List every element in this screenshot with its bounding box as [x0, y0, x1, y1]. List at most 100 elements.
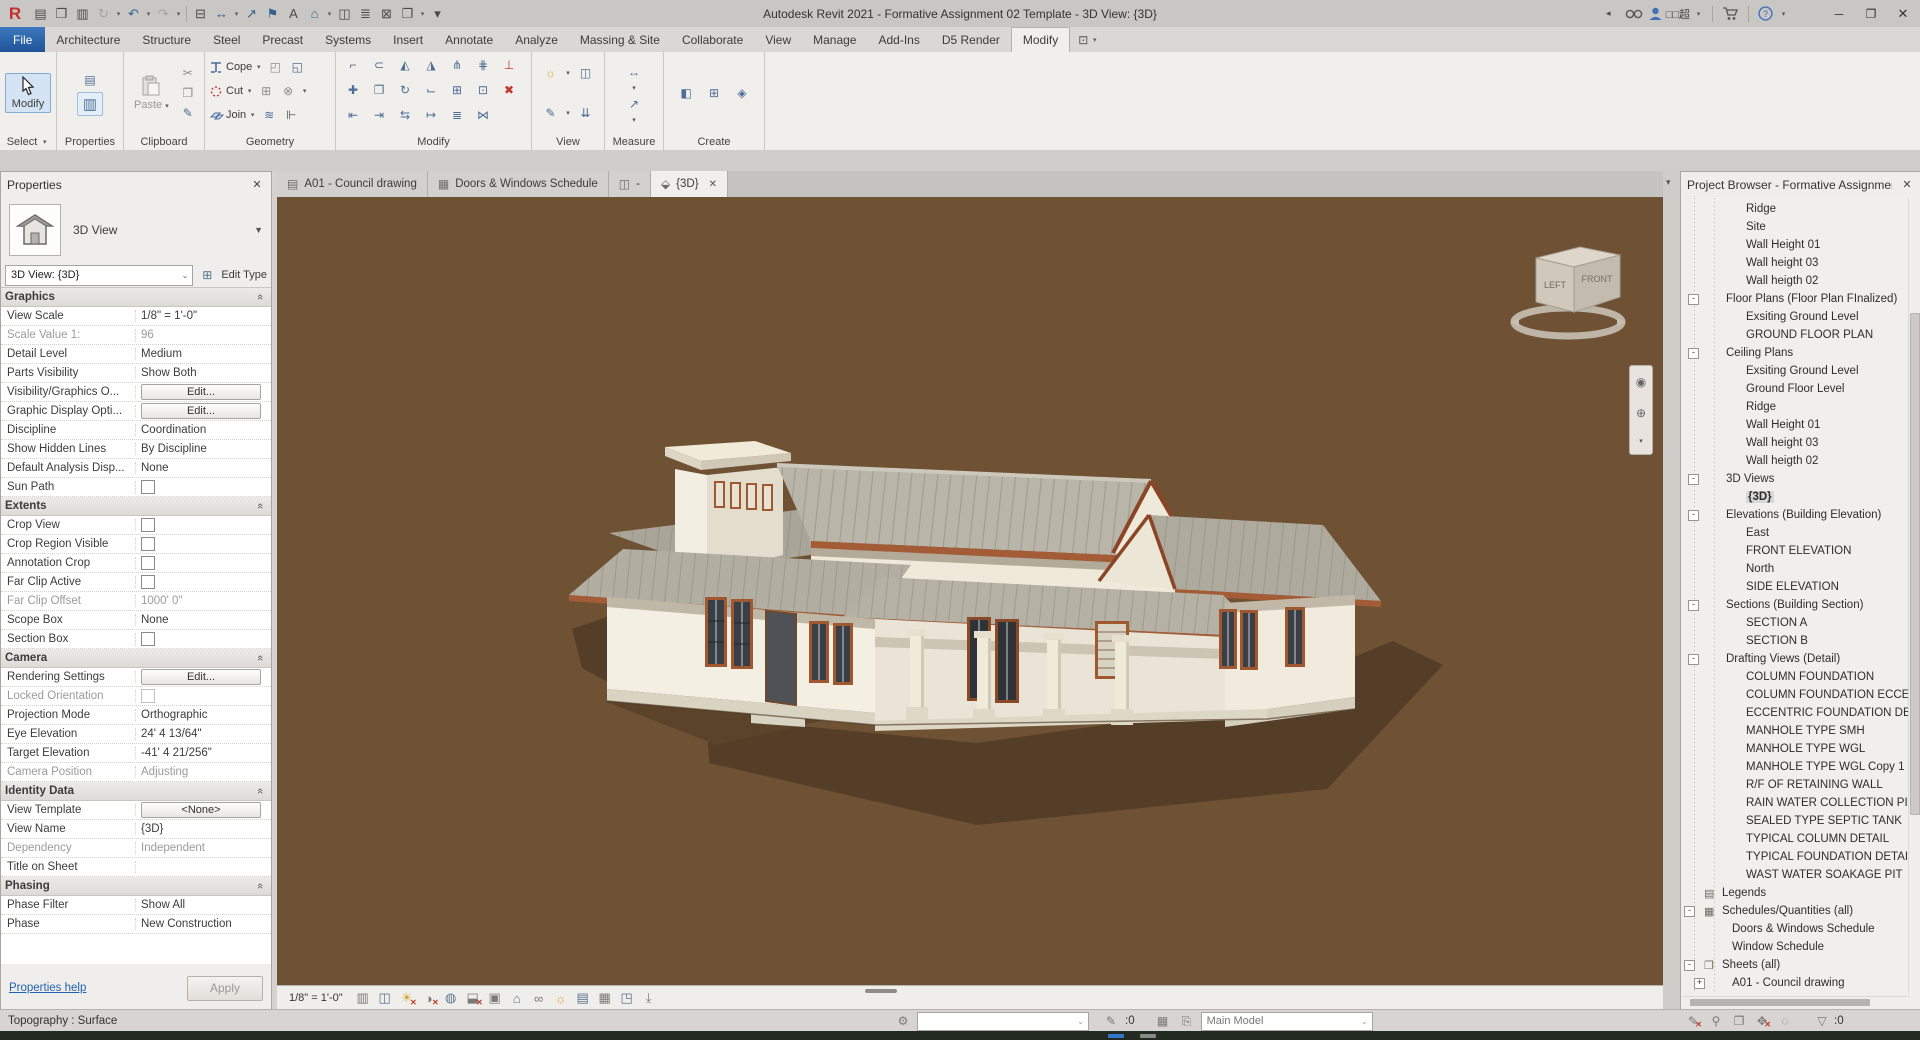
panel-measure-label[interactable]: Measure	[605, 134, 663, 150]
property-value[interactable]: 1000' 0"	[136, 595, 271, 607]
browser-item-exsiting-ground-level[interactable]: Exsiting Ground Level	[1682, 308, 1920, 326]
section-header-extents[interactable]: Extents«	[1, 497, 271, 516]
split-with-gap-icon[interactable]: ⋕	[473, 56, 493, 74]
browser-item-wall-height-03[interactable]: Wall height 03	[1682, 434, 1920, 452]
property-edit-button[interactable]: Edit...	[141, 384, 261, 400]
tab-file[interactable]: File	[0, 27, 45, 52]
browser-item-typical-foundation-detai[interactable]: TYPICAL FOUNDATION DETAI	[1682, 848, 1920, 866]
browser-item-floor-plans-floor-plan-finalized-[interactable]: -Floor Plans (Floor Plan FInalized)	[1682, 290, 1920, 308]
text-icon[interactable]: A	[283, 3, 304, 24]
default-3d-view-icon-caret[interactable]: ▾	[325, 10, 334, 18]
sun-path-icon[interactable]: ☀✕	[397, 989, 417, 1007]
panel-modify-label[interactable]: Modify	[336, 134, 531, 150]
property-value[interactable]: Adjusting	[136, 766, 271, 778]
legend-component-icon[interactable]: ◧	[676, 84, 696, 102]
linework-icon[interactable]: ✎	[541, 104, 561, 122]
project-browser-close-icon[interactable]: ✕	[1899, 178, 1915, 191]
switch-windows-icon[interactable]: ❐	[397, 3, 418, 24]
lightbulb-icon-caret[interactable]: ▾	[564, 69, 573, 77]
browser-item-drafting-views-detail-[interactable]: -Drafting Views (Detail)	[1682, 650, 1920, 668]
crop-view-icon[interactable]: ⬓✕	[463, 989, 483, 1007]
background-processes-icon[interactable]: ◌	[1775, 1014, 1795, 1028]
sync-icon[interactable]: ↻	[93, 3, 114, 24]
property-value[interactable]	[136, 537, 271, 551]
show-crop-icon[interactable]: ▣	[485, 989, 505, 1007]
mirror-pick-axis-icon[interactable]: ◭	[395, 56, 415, 74]
property-value[interactable]: Show All	[136, 899, 271, 911]
panel-properties-label[interactable]: Properties	[57, 134, 123, 150]
edit-type-icon[interactable]: ⊞	[197, 266, 217, 284]
section-icon[interactable]: ◫	[334, 3, 355, 24]
browser-item-ceiling-plans[interactable]: -Ceiling Plans	[1682, 344, 1920, 362]
customize-qat-icon[interactable]: ▾	[427, 3, 448, 24]
lock-3d-view-icon[interactable]: ⌂	[507, 989, 527, 1007]
browser-item-wall-heigth-02[interactable]: Wall heigth 02	[1682, 272, 1920, 290]
view-tab-close-icon[interactable]: ✕	[709, 179, 717, 190]
reveal-hidden-icon[interactable]: ☼	[551, 989, 571, 1007]
aligned-dimension-icon[interactable]: ↗	[624, 95, 644, 113]
select-links-icon[interactable]: ❐	[1729, 1014, 1749, 1028]
linework-icon-caret[interactable]: ▾	[564, 109, 573, 117]
browser-item-a01-council-drawing[interactable]: +A01 - Council drawing	[1682, 974, 1920, 992]
worksets-icon[interactable]: ⚙	[893, 1014, 913, 1028]
canvas-scroll-dash[interactable]	[865, 989, 897, 993]
property-value[interactable]: Show Both	[136, 367, 271, 379]
tab-structure[interactable]: Structure	[131, 27, 202, 52]
show-scale-icon[interactable]: ▥	[353, 989, 373, 1007]
property-value[interactable]: None	[136, 614, 271, 626]
property-value[interactable]: 24' 4 13/64"	[136, 728, 271, 740]
browser-item-ground-floor-level[interactable]: Ground Floor Level	[1682, 380, 1920, 398]
view-tab--3d-[interactable]: ⬙{3D}✕	[651, 171, 728, 197]
wall-join-icon[interactable]: ◱	[287, 58, 307, 76]
shadows-icon[interactable]: ◑✕	[419, 989, 439, 1007]
tab-massing-site[interactable]: Massing & Site	[569, 27, 671, 52]
panel-select-label[interactable]: Select▾	[0, 134, 56, 150]
zoom-icon[interactable]: ⊕	[1636, 406, 1646, 420]
press-drag-icon[interactable]: ⚲	[1706, 1014, 1726, 1028]
undo-icon-caret[interactable]: ▾	[144, 10, 153, 18]
visual-style-icon[interactable]: ◫	[375, 989, 395, 1007]
browser-item-section-a[interactable]: SECTION A	[1682, 614, 1920, 632]
browser-item-column-foundation-eccen[interactable]: COLUMN FOUNDATION ECCEN	[1682, 686, 1920, 704]
lightbulb-icon[interactable]: ☼	[541, 64, 561, 82]
trim-single-icon[interactable]: ⇤	[343, 106, 363, 124]
thin-lines-icon[interactable]: ≣	[355, 3, 376, 24]
dimension-icon[interactable]: ↗	[241, 3, 262, 24]
browser-item-schedules-quantities-all-[interactable]: -▦Schedules/Quantities (all)	[1682, 902, 1920, 920]
property-value[interactable]: New Construction	[136, 918, 271, 930]
navigation-bar[interactable]: ◉ ⊕ ▾	[1629, 365, 1653, 455]
selection-filter-icon[interactable]: ▽	[1812, 1014, 1832, 1028]
property-value[interactable]: None	[136, 462, 271, 474]
browser-item-wall-height-03[interactable]: Wall height 03	[1682, 254, 1920, 272]
split-element-icon[interactable]: ⋔	[447, 56, 467, 74]
tab-steel[interactable]: Steel	[202, 27, 251, 52]
create-similar-icon[interactable]: ◈	[732, 84, 752, 102]
close-hidden-icon[interactable]: ⊠	[376, 3, 397, 24]
property-value[interactable]	[136, 575, 271, 589]
trim-multiple-icon[interactable]: ⇥	[369, 106, 389, 124]
collapse-toggle-icon[interactable]: -	[1688, 600, 1699, 611]
steering-wheel-icon[interactable]: ◉	[1636, 375, 1646, 389]
help-caret-icon[interactable]: ▾	[1779, 10, 1788, 18]
browser-item-north[interactable]: North	[1682, 560, 1920, 578]
tab-manage[interactable]: Manage	[802, 27, 867, 52]
demolish-icon[interactable]: ⊩	[281, 106, 301, 124]
browser-vscrollbar[interactable]	[1908, 198, 1920, 994]
mirror-draw-axis-icon[interactable]: ◮	[421, 56, 441, 74]
property-value[interactable]: Orthographic	[136, 709, 271, 721]
redo-icon[interactable]: ↷	[153, 3, 174, 24]
family-types-icon[interactable]: ▤	[80, 71, 100, 89]
collapse-toggle-icon[interactable]: -	[1684, 960, 1695, 971]
match-icon[interactable]: ≣	[447, 106, 467, 124]
save-icon[interactable]: ▥	[72, 3, 93, 24]
editable-only-icon[interactable]: ✎✕	[1683, 1014, 1703, 1028]
browser-item-wall-heigth-02[interactable]: Wall heigth 02	[1682, 452, 1920, 470]
tab-add-ins[interactable]: Add-Ins	[867, 27, 930, 52]
properties-help-link[interactable]: Properties help	[9, 982, 86, 994]
section-header-identity-data[interactable]: Identity Data«	[1, 782, 271, 801]
tab-modify[interactable]: Modify	[1011, 27, 1070, 52]
properties-icon[interactable]: ▤	[30, 3, 51, 24]
browser-item-east[interactable]: East	[1682, 524, 1920, 542]
collapse-chevron-icon[interactable]: «	[254, 883, 266, 889]
displacement-icon[interactable]: ◳	[617, 989, 637, 1007]
